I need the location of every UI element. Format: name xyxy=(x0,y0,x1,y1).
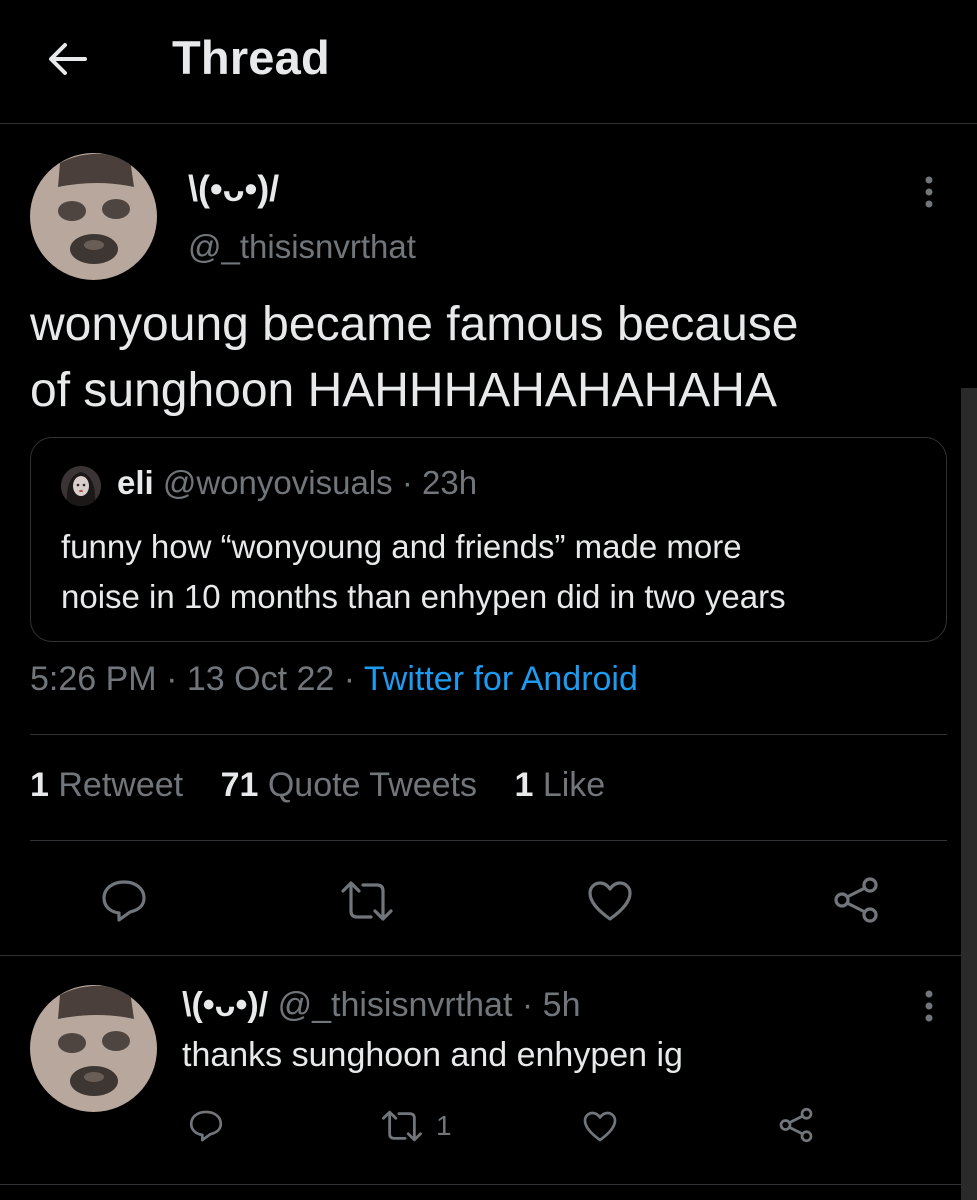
thread-page: Thread \(•ᴗ•)/ @_thisisnvrthat wonyoung … xyxy=(0,0,977,1200)
tweet-date: 13 Oct 22 xyxy=(186,660,335,698)
author-handle[interactable]: @_thisisnvrthat xyxy=(188,228,416,266)
retweets-stat[interactable]: 1 Retweet xyxy=(30,766,183,805)
reply-button[interactable] xyxy=(96,875,152,927)
retweet-button[interactable] xyxy=(337,876,397,926)
like-button[interactable] xyxy=(584,876,636,926)
reply-more-button[interactable] xyxy=(914,984,944,1028)
retweets-label: Retweet xyxy=(58,766,184,804)
reply-retweet-button[interactable]: 1 xyxy=(380,1106,460,1146)
retweets-count: 1 xyxy=(30,766,49,804)
likes-label: Like xyxy=(542,766,606,804)
comment-icon xyxy=(189,1110,223,1142)
page-title: Thread xyxy=(172,31,330,84)
retweet-icon xyxy=(341,881,393,921)
more-vertical-icon xyxy=(925,990,933,1022)
comment-icon xyxy=(102,880,146,922)
quote-tweets-stat[interactable]: 71 Quote Tweets xyxy=(221,766,477,805)
quoted-author-avatar xyxy=(61,466,101,506)
top-bar: Thread xyxy=(0,0,977,124)
reply-retweet-count: 1 xyxy=(436,1110,452,1141)
quoted-text: funny how “wonyoung and friends” made mo… xyxy=(61,522,931,622)
quoted-author-handle: @wonyovisuals xyxy=(162,464,393,501)
arrow-left-icon xyxy=(49,43,87,75)
section-divider xyxy=(0,1184,977,1185)
separator-dot: · xyxy=(401,464,413,501)
separator-dot: · xyxy=(343,660,364,698)
scrollbar[interactable] xyxy=(961,388,977,1200)
reply-time: 5h xyxy=(542,986,581,1024)
share-button[interactable] xyxy=(830,874,882,926)
tweet-text-line: wonyoung became famous because xyxy=(30,298,799,351)
separator-dot: · xyxy=(166,660,187,698)
reply-text: thanks sunghoon and enhypen ig xyxy=(182,1036,683,1074)
tweet-stats: 1 Retweet 71 Quote Tweets 1 Like xyxy=(30,766,633,805)
author-display-name[interactable]: \(•ᴗ•)/ xyxy=(188,168,279,210)
quoted-tweet[interactable]: eli @wonyovisuals · 23h funny how “wonyo… xyxy=(30,437,947,642)
share-icon xyxy=(779,1107,813,1143)
section-divider xyxy=(0,955,977,956)
quote-tweets-label: Quote Tweets xyxy=(267,766,478,804)
divider xyxy=(30,840,947,841)
quoted-text-line: funny how “wonyoung and friends” made mo… xyxy=(61,528,742,565)
quoted-time: 23h xyxy=(421,464,478,501)
tweet-text-line: of sunghoon HAHHHAHAHAHAHA xyxy=(30,364,777,417)
tweet-source-link[interactable]: Twitter for Android xyxy=(364,660,638,698)
reply-like-button[interactable] xyxy=(580,1106,620,1146)
tweet-time: 5:26 PM xyxy=(30,660,157,698)
separator-dot: · xyxy=(521,986,534,1024)
quote-tweets-count: 71 xyxy=(220,766,259,804)
quoted-text-line: noise in 10 months than enhypen did in t… xyxy=(61,578,786,615)
quoted-author-name: eli xyxy=(117,464,154,501)
reply-author-handle[interactable]: @_thisisnvrthat xyxy=(278,986,513,1024)
heart-icon xyxy=(583,1111,617,1141)
divider xyxy=(30,734,947,735)
tweet-meta: 5:26 PM · 13 Oct 22 · Twitter for Androi… xyxy=(30,660,638,699)
likes-count: 1 xyxy=(514,766,534,804)
reply-author-avatar[interactable] xyxy=(30,985,157,1112)
quoted-header: eli @wonyovisuals · 23h xyxy=(117,464,477,502)
tweet-text: wonyoung became famous because of sungho… xyxy=(30,292,950,424)
heart-icon xyxy=(588,881,632,921)
reply-author-name[interactable]: \(•ᴗ•)/ xyxy=(182,986,268,1024)
back-button[interactable] xyxy=(44,36,90,82)
tweet-more-button[interactable] xyxy=(914,170,944,214)
share-icon xyxy=(834,877,878,923)
reply-share-button[interactable] xyxy=(776,1105,816,1145)
reply-reply-button[interactable] xyxy=(186,1106,226,1146)
likes-stat[interactable]: 1 Like xyxy=(514,766,605,805)
retweet-icon xyxy=(382,1110,422,1142)
author-avatar[interactable] xyxy=(30,153,157,280)
more-vertical-icon xyxy=(925,176,933,208)
reply-header: \(•ᴗ•)/ @_thisisnvrthat · 5h xyxy=(182,986,580,1025)
